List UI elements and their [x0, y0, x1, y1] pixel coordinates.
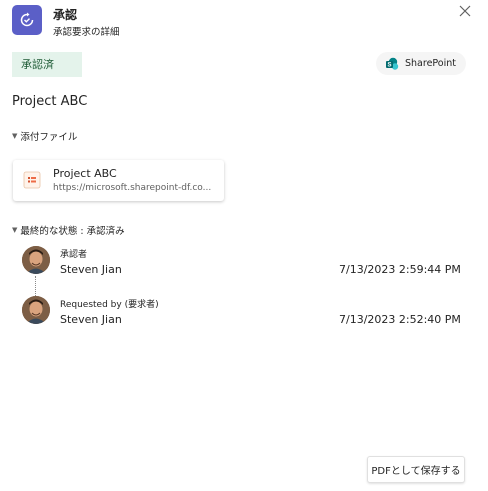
page-subtitle: 承認要求の詳細 — [53, 27, 120, 38]
page-title: 承認 — [53, 8, 78, 22]
attachment-card[interactable]: Project ABC https://microsoft.sharepoint… — [13, 160, 224, 201]
avatar — [22, 296, 50, 324]
requester-name: Steven Jian — [60, 313, 122, 326]
close-icon — [459, 5, 471, 17]
caret-down-icon: ▼ — [12, 132, 18, 140]
approver-name: Steven Jian — [60, 263, 122, 276]
request-timestamp: 7/13/2023 2:52:40 PM — [339, 313, 461, 326]
avatar — [22, 246, 50, 274]
sharepoint-icon: S — [386, 57, 399, 70]
svg-text:S: S — [387, 62, 391, 68]
person-avatar-icon — [22, 296, 50, 324]
attachment-name: Project ABC — [53, 167, 117, 180]
request-title: Project ABC — [12, 94, 88, 109]
person-avatar-icon — [22, 246, 50, 274]
caret-down-icon: ▼ — [12, 226, 18, 234]
close-button[interactable] — [457, 3, 473, 19]
approvals-app-icon — [12, 5, 42, 35]
final-status-header: 最終的な状態 : 承認済み — [20, 226, 125, 237]
attachment-url: https://microsoft.sharepoint-df.co... — [53, 183, 212, 193]
open-sharepoint-button[interactable]: S SharePoint — [376, 52, 466, 75]
approval-timestamp: 7/13/2023 2:59:44 PM — [339, 263, 461, 276]
requester-role: Requested by (要求者) — [60, 300, 159, 310]
file-icon — [23, 171, 41, 189]
status-badge: 承認済 — [12, 52, 82, 77]
refresh-icon — [20, 12, 34, 27]
approver-role: 承認者 — [60, 250, 88, 260]
final-status-section-toggle[interactable]: ▼ 最終的な状態 : 承認済み — [12, 223, 125, 237]
timeline-connector — [35, 276, 36, 298]
sharepoint-label: SharePoint — [405, 58, 457, 69]
save-as-pdf-button[interactable]: PDFとして保存する — [367, 456, 465, 483]
attachments-section-toggle[interactable]: ▼ 添付ファイル — [12, 129, 77, 143]
attachments-header: 添付ファイル — [20, 132, 78, 143]
